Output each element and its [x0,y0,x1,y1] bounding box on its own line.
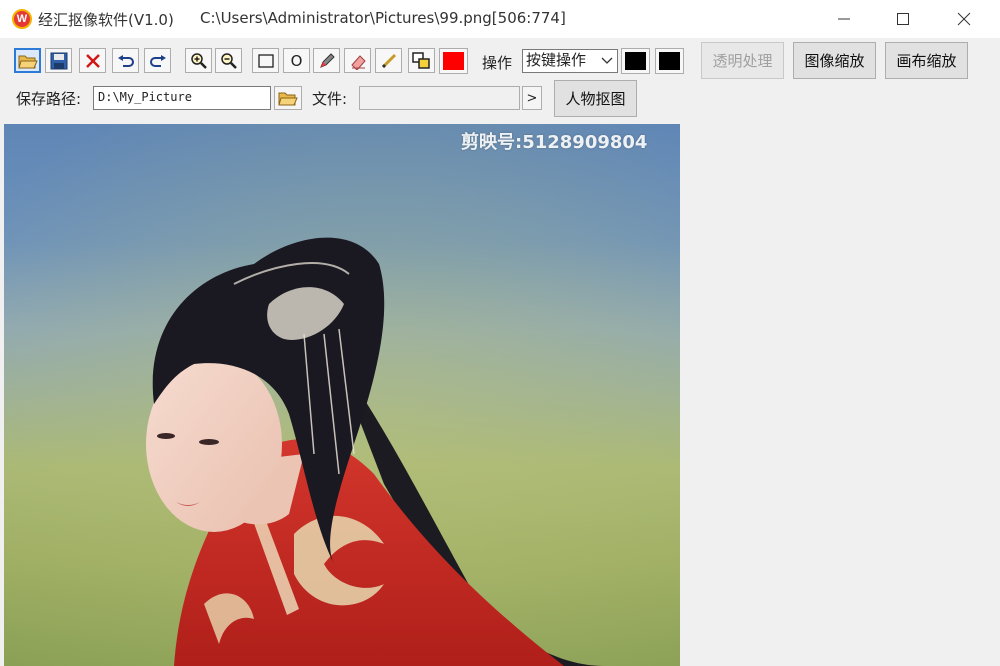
delete-button[interactable] [79,48,106,73]
file-name-input[interactable] [359,86,520,110]
open-file-button[interactable] [14,48,41,73]
pen-color-fill [443,52,464,70]
minimize-icon [838,18,850,20]
image-canvas[interactable]: 剪映号:5128909804 [4,124,680,666]
app-logo-icon: W [12,9,32,29]
zoom-in-icon [190,52,207,69]
save-button[interactable] [45,48,72,73]
color-swatch-2[interactable] [655,48,684,74]
file-path-title: C:\Users\Administrator\Pictures\99.png[5… [200,9,566,27]
line-tool-button[interactable] [375,48,402,73]
file-label: 文件: [312,90,348,108]
canvas-scale-button[interactable]: 画布缩放 [885,42,968,79]
color-swatch-1-fill [625,52,646,70]
browse-folder-button[interactable] [274,86,302,110]
redo-icon [149,54,166,67]
portrait-photo [4,124,680,666]
undo-icon [117,54,134,67]
operation-label: 操作 [482,54,513,72]
eraser-icon [350,54,366,70]
floppy-save-icon [50,52,67,69]
overlap-shapes-icon [411,51,430,69]
color-swatch-2-fill [659,52,680,70]
ellipse-tool-button[interactable]: O [283,48,310,73]
zoom-in-button[interactable] [185,48,212,73]
image-scale-button[interactable]: 图像缩放 [793,42,876,79]
save-path-input[interactable]: D:\My_Picture [93,86,271,110]
pen-icon [319,52,335,68]
undo-button[interactable] [112,48,139,73]
pencil-line-icon [381,53,396,68]
color-swatch-1[interactable] [621,48,650,74]
operation-mode-select[interactable]: 按键操作 [522,49,618,73]
eraser-tool-button[interactable] [344,48,371,73]
operation-mode-value: 按键操作 [526,51,587,69]
save-path-label: 保存路径: [16,90,82,108]
rectangle-tool-button[interactable] [252,48,279,73]
folder-open-icon [278,92,298,105]
layers-button[interactable] [408,48,435,73]
close-button[interactable] [938,0,992,38]
app-title: 经汇抠像软件(V1.0) [38,11,174,29]
pen-color-swatch[interactable] [439,48,468,74]
watermark-text: 剪映号:5128909804 [461,132,648,153]
zoom-out-icon [220,52,237,69]
person-cutout-button[interactable]: 人物抠图 [554,80,637,117]
circle-label: O [290,51,303,70]
redo-button[interactable] [144,48,171,73]
title-bar: W 经汇抠像软件(V1.0) C:\Users\Administrator\Pi… [0,0,1000,38]
zoom-out-button[interactable] [215,48,242,73]
rectangle-icon [257,53,274,68]
maximize-icon [897,13,909,25]
folder-open-icon [17,55,38,68]
maximize-button[interactable] [877,0,931,38]
red-x-icon [85,53,100,68]
close-icon [957,12,971,26]
pen-tool-button[interactable] [313,48,340,73]
next-file-button[interactable]: > [522,86,542,110]
chevron-down-icon [601,57,613,64]
transparent-process-button[interactable]: 透明处理 [701,42,784,79]
minimize-button[interactable] [818,0,872,38]
